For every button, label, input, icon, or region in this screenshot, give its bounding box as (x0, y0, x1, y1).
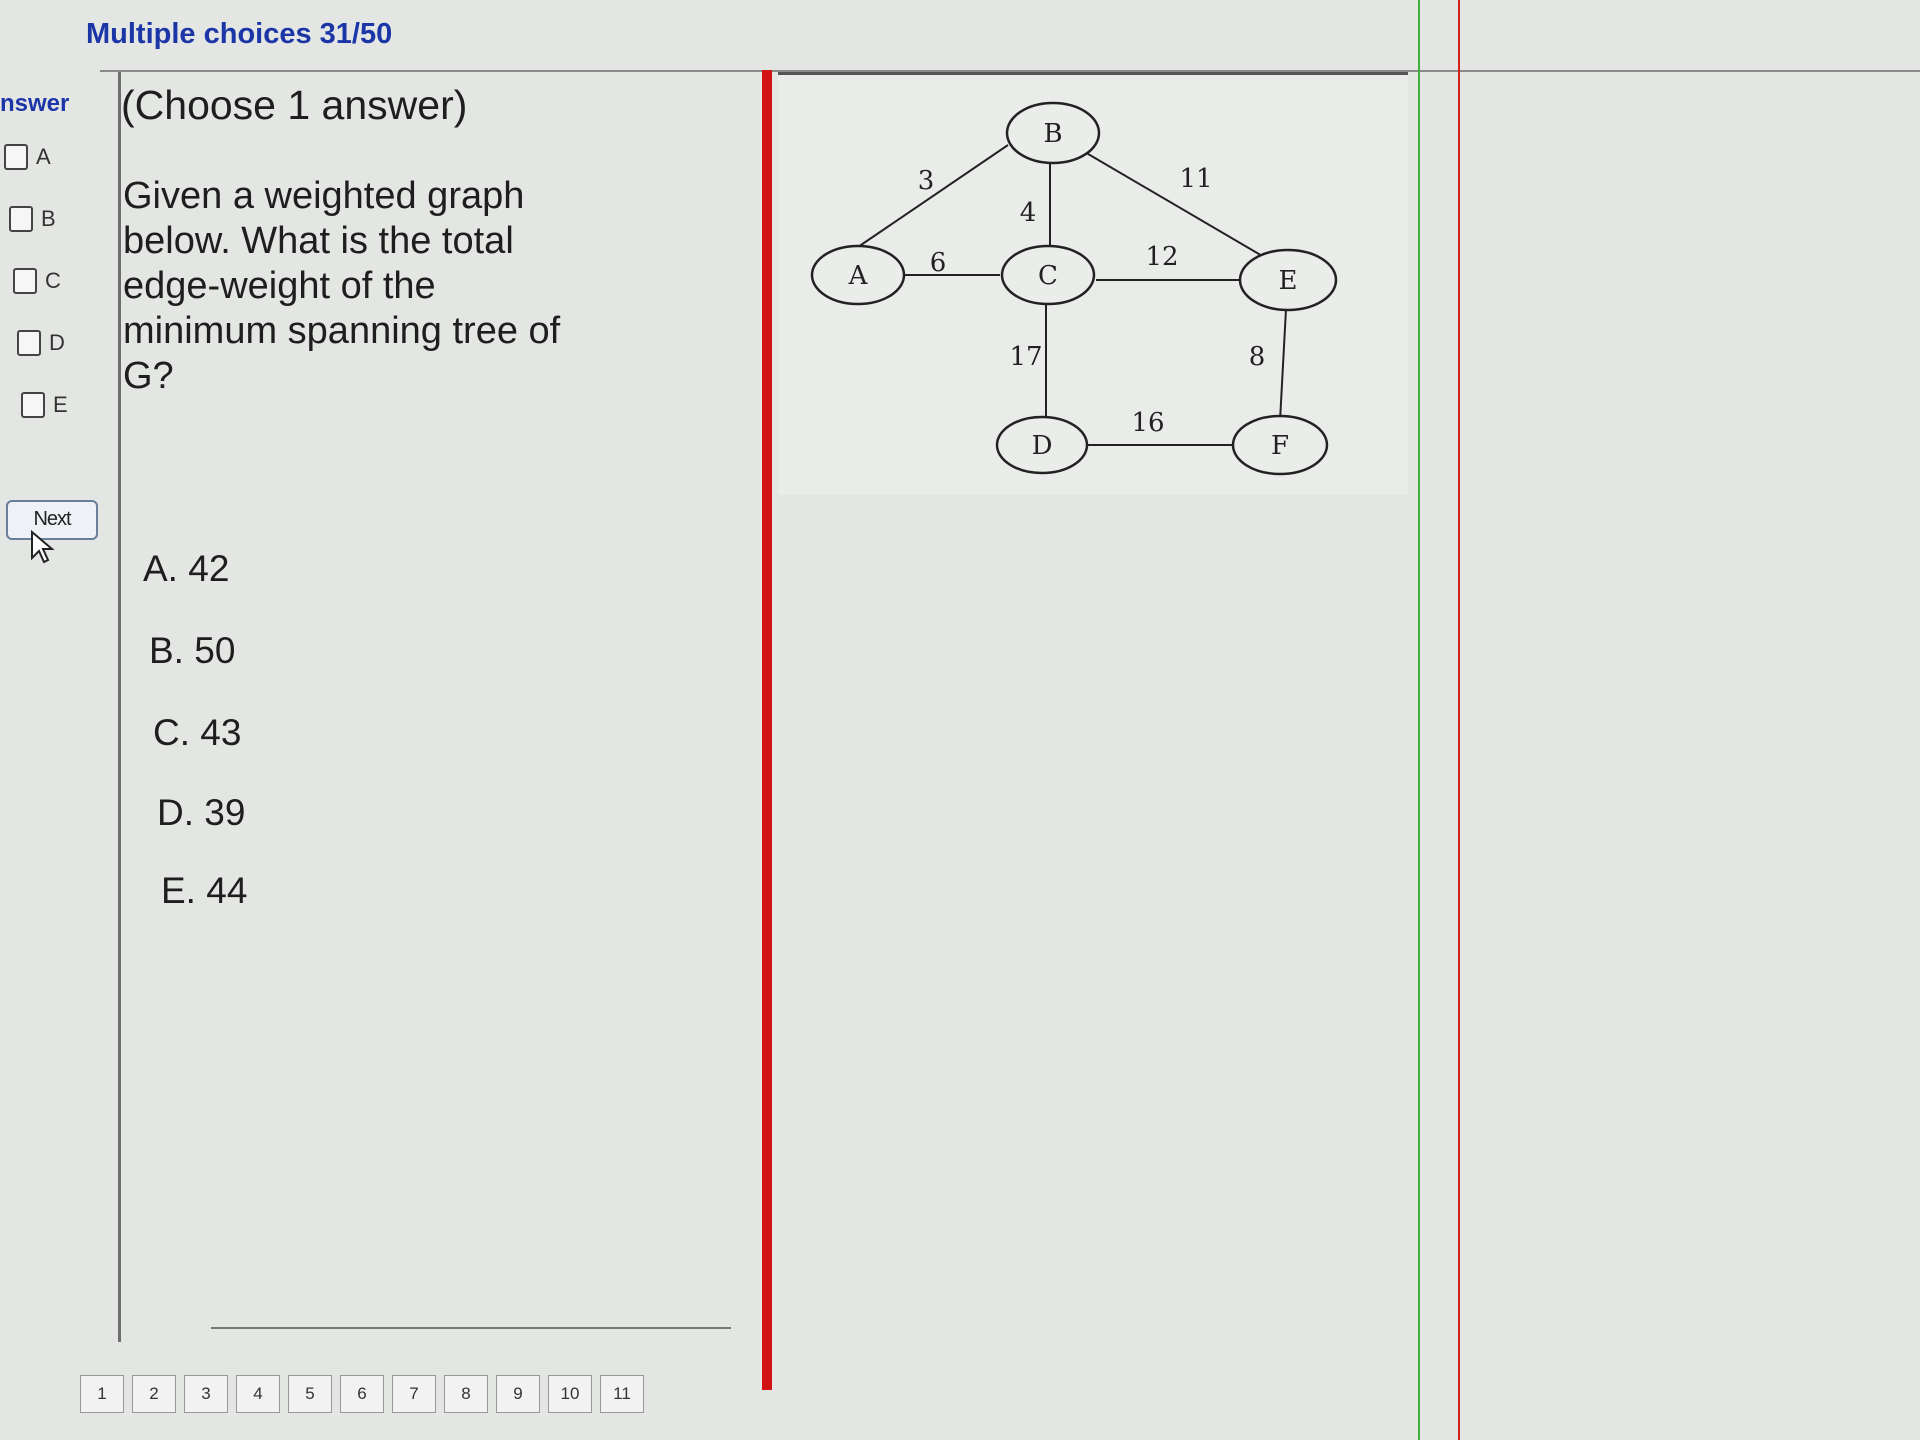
choice-a: A. 42 (143, 548, 230, 589)
node-label-f: F (1271, 431, 1289, 461)
green-divider (1418, 0, 1420, 1440)
choice-b: B. 50 (149, 630, 236, 671)
page-button-4[interactable]: 4 (236, 1375, 280, 1413)
answer-option-label: D (49, 330, 65, 355)
page-button-7[interactable]: 7 (392, 1375, 436, 1413)
answer-option-label: C (45, 268, 61, 293)
checkbox-b[interactable] (9, 206, 33, 232)
page-button-2[interactable]: 2 (132, 1375, 176, 1413)
page-button-11[interactable]: 11 (600, 1375, 644, 1413)
question-pagination: 1 2 3 4 5 6 7 8 9 10 11 (80, 1375, 644, 1413)
edge-e-f (1279, 308, 1287, 422)
page-button-6[interactable]: 6 (340, 1375, 384, 1413)
page-button-5[interactable]: 5 (288, 1375, 332, 1413)
red-divider (1458, 0, 1460, 1440)
node-label-e: E (1279, 266, 1298, 296)
choice-e: E. 44 (161, 870, 248, 911)
edge-weight-c-e: 12 (1145, 242, 1178, 272)
answer-option-label: B (41, 206, 56, 231)
page-button-8[interactable]: 8 (444, 1375, 488, 1413)
edge-weight-a-b: 3 (918, 166, 935, 196)
edge-a-b (857, 144, 1009, 248)
choice-c: C. 43 (153, 712, 242, 753)
choice-d: D. 39 (157, 792, 246, 833)
edge-weight-b-c: 4 (1020, 198, 1037, 228)
page-button-9[interactable]: 9 (496, 1375, 540, 1413)
node-label-c: C (1038, 261, 1058, 291)
answer-option-label: E (53, 392, 68, 417)
answer-column: nswer A B C D E Next (0, 72, 118, 1332)
edge-weight-e-f: 8 (1249, 342, 1266, 372)
node-label-b: B (1043, 119, 1062, 149)
panel-divider (762, 70, 772, 1390)
checkbox-a[interactable] (4, 144, 28, 170)
weighted-graph: 3 6 4 11 12 17 8 16 B A C E D F (810, 101, 1338, 476)
answer-option-a[interactable]: A (4, 144, 51, 170)
panel-bottom-rule (211, 1327, 731, 1329)
graph-panel: 3 6 4 11 12 17 8 16 B A C E D F (778, 72, 1408, 495)
edge-weight-c-d: 17 (1009, 342, 1042, 372)
answer-option-d[interactable]: D (17, 330, 65, 356)
checkbox-c[interactable] (13, 268, 37, 294)
choose-instruction: (Choose 1 answer) (121, 82, 468, 128)
page-button-3[interactable]: 3 (184, 1375, 228, 1413)
checkbox-e[interactable] (21, 392, 45, 418)
page-title: Multiple choices 31/50 (86, 18, 393, 50)
edge-weight-b-e: 11 (1179, 164, 1212, 194)
checkbox-d[interactable] (17, 330, 41, 356)
question-text: Given a weighted graph below. What is th… (123, 175, 561, 397)
question-panel: (Choose 1 answer) Given a weighted graph… (118, 72, 765, 1342)
answer-option-b[interactable]: B (9, 206, 56, 232)
answer-option-e[interactable]: E (21, 392, 68, 418)
edge-weight-d-f: 16 (1131, 408, 1164, 438)
answer-option-label: A (36, 144, 51, 169)
node-label-a: A (848, 261, 869, 291)
answer-option-c[interactable]: C (13, 268, 61, 294)
mouse-cursor-icon (31, 530, 55, 564)
page-button-10[interactable]: 10 (548, 1375, 592, 1413)
answer-column-header: nswer (0, 90, 70, 117)
page-button-1[interactable]: 1 (80, 1375, 124, 1413)
node-label-d: D (1032, 431, 1053, 461)
edge-weight-a-c: 6 (930, 248, 947, 278)
